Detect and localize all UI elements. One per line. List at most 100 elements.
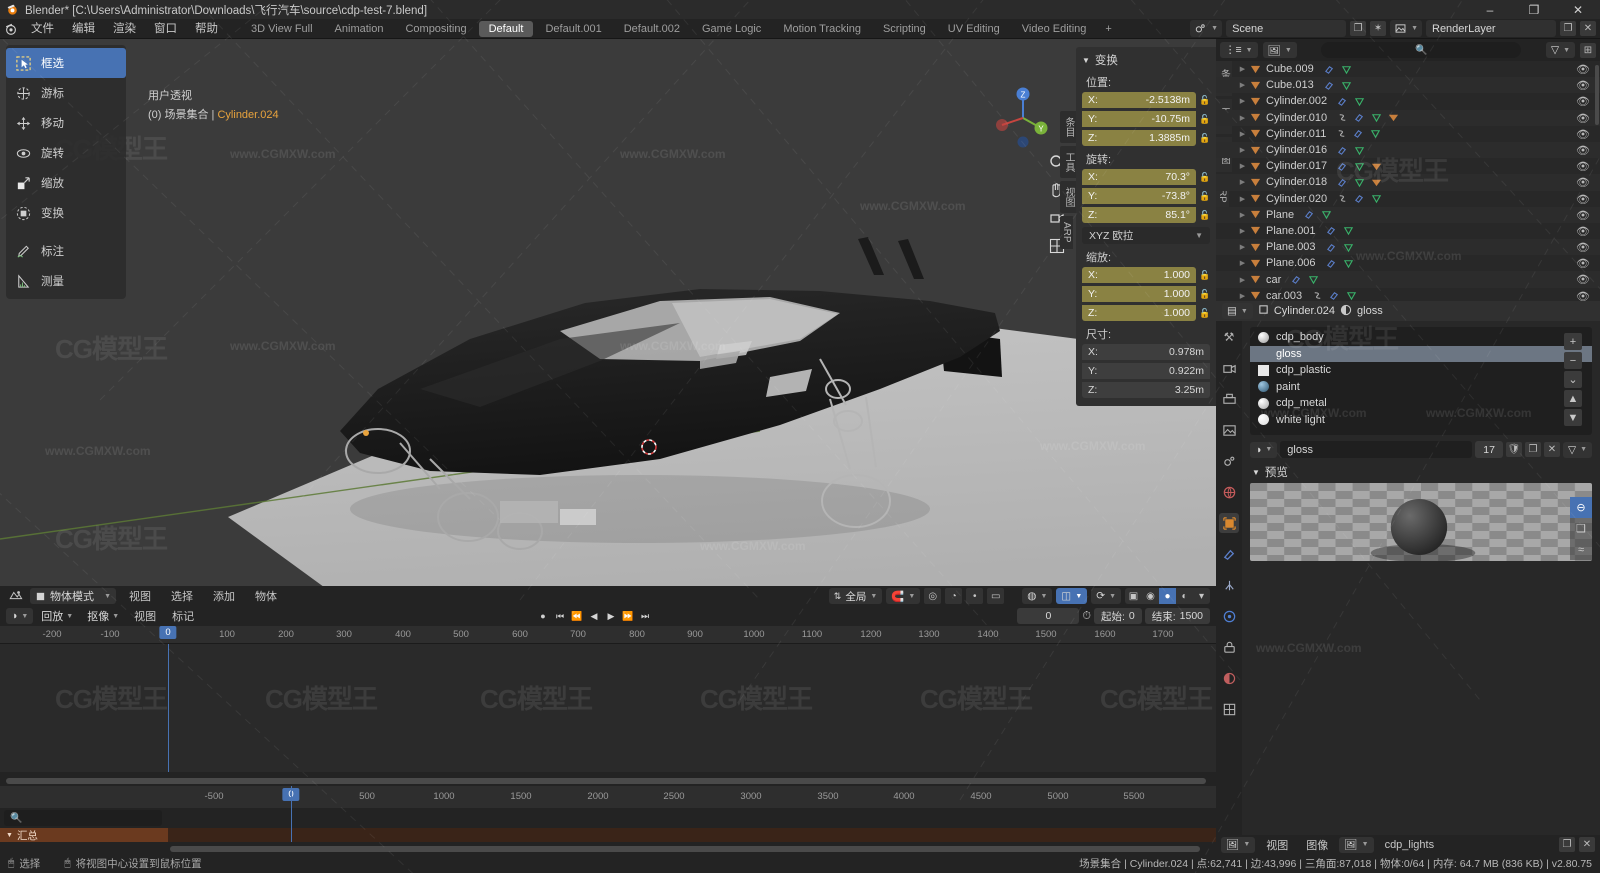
rotation-z-field[interactable]: Z: 85.1° [1082,207,1196,223]
tab-object-constraints[interactable] [1219,637,1239,657]
outliner-scrollbar[interactable] [1595,65,1599,125]
tab-game-logic[interactable]: Game Logic [692,21,771,37]
tab-material[interactable] [1219,668,1239,688]
visibility-eye-icon[interactable]: 👁 [1576,95,1590,108]
proportional-falloff-selector[interactable]: ◔ [945,588,963,604]
properties-editor-type-selector[interactable]: ▤ ▼ [1222,303,1253,319]
timeline-editor-type-selector[interactable]: ◑ ▼ [6,608,34,624]
table-row[interactable]: ▶ car 👁 [1216,271,1600,288]
scale-y-field[interactable]: Y: 1.000 [1082,286,1196,302]
tab-modifier[interactable] [1219,544,1239,564]
viewport-menu-view[interactable]: 视图 [122,588,158,604]
breadcrumb-material-name[interactable]: gloss [1357,305,1383,317]
outliner-display-mode-selector[interactable]: 🖼 ▼ [1262,42,1297,58]
right-editor-type-selector[interactable]: 🖼 ▼ [1221,836,1256,853]
visibility-eye-icon[interactable]: 👁 [1576,193,1590,206]
dopesheet-horizontal-scrollbar[interactable] [170,846,1200,852]
visibility-eye-icon[interactable]: 👁 [1576,160,1590,173]
right-menu-view[interactable]: 视图 [1259,837,1295,853]
image-browse-button[interactable]: 🖼 ▼ [1339,836,1374,853]
image-new-button[interactable]: ❐ [1559,837,1575,852]
tab-default-002[interactable]: Default.002 [614,21,690,37]
scale-z-field[interactable]: Z: 1.000 [1082,305,1196,321]
list-item[interactable]: cdp_metal [1250,395,1592,412]
lock-icon[interactable]: 🔓 [1199,95,1210,107]
visibility-eye-icon[interactable]: 👁 [1576,63,1590,76]
shading-rendered-button[interactable]: ◐ [1176,588,1193,604]
lock-icon[interactable]: 🔓 [1199,172,1210,184]
preview-mode-sphere-button[interactable]: ⊖ [1570,497,1592,518]
viewport-overlay-dropdown[interactable]: ◍ ▼ [1022,588,1053,604]
menu-edit[interactable]: 编辑 [63,19,104,39]
end-frame-field[interactable]: 结束: 1500 [1144,608,1210,624]
visibility-eye-icon[interactable]: 👁 [1576,209,1590,222]
table-row[interactable]: ▶ Plane.006 👁 [1216,255,1600,271]
visibility-eye-icon[interactable]: 👁 [1576,128,1590,141]
material-slot-list[interactable]: cdp_body gloss cdp_plastic paint cdp_met… [1250,327,1592,435]
tab-video-editing[interactable]: Video Editing [1012,21,1097,37]
remove-material-slot-button[interactable]: − [1564,352,1582,369]
add-workspace-button[interactable]: + [1098,21,1118,37]
lock-icon[interactable]: 🔓 [1199,307,1210,319]
location-x-field[interactable]: X: -2.5138m [1082,92,1196,108]
tab-particles[interactable] [1219,575,1239,595]
table-row[interactable]: ▶ Cube.009 👁 [1216,61,1600,77]
rotation-y-field[interactable]: Y: -73.8° [1082,188,1196,204]
current-frame-field[interactable]: 0 [1017,608,1080,624]
new-view-layer-button[interactable]: ❐ [1560,21,1576,36]
browse-material-button[interactable]: ◑ ▼ [1250,441,1278,458]
add-material-slot-button[interactable]: + [1564,333,1582,350]
dimension-y-field[interactable]: Y: 0.922m [1082,363,1210,379]
tab-texture[interactable] [1219,699,1239,719]
table-row[interactable]: ▶ Cylinder.020 👁 [1216,191,1600,207]
jump-to-start-button[interactable]: ⏮ [552,608,568,624]
start-frame-field[interactable]: 起始: 0 [1093,608,1142,624]
list-item[interactable]: white light [1250,412,1592,429]
tab-3d-view-full[interactable]: 3D View Full [241,21,323,37]
preview-section-header[interactable]: ▼ 预览 [1242,458,1600,483]
vp-tab-view[interactable]: 视图 [1060,181,1077,213]
dopesheet-summary-channel[interactable]: ▼ 汇总 [0,828,168,842]
record-button[interactable]: ● [535,608,551,624]
list-item[interactable]: gloss [1250,345,1592,362]
table-row[interactable]: ▶ Cylinder.017 👁 [1216,158,1600,174]
move-slot-up-button[interactable]: ▲ [1564,390,1582,407]
material-name-field[interactable]: gloss [1280,441,1473,458]
maximize-button[interactable]: ❐ [1512,0,1556,19]
breadcrumb-object-name[interactable]: Cylinder.024 [1274,305,1335,317]
outliner-new-collection-button[interactable]: ⊞ [1580,42,1596,58]
timeline-body[interactable]: CG模型王 CG模型王 CG模型王 CG模型王 CG模型王 CG模型王 [0,644,1216,772]
dopesheet-search-input[interactable]: 🔍 [4,810,162,826]
tab-tool[interactable]: ⚒ [1219,327,1239,347]
lock-icon[interactable]: 🔓 [1199,289,1210,301]
lock-icon[interactable]: 🔓 [1199,191,1210,203]
jump-to-end-button[interactable]: ⏭ [637,608,653,624]
timeline-menu-marker[interactable]: 标记 [165,608,201,624]
play-reverse-button[interactable]: ◀ [586,608,602,624]
outliner-tree[interactable]: ▶ Cube.009 👁 ▶ Cube.013 👁 ▶ Cylinder.002 👁 ▶ Cy… [1216,61,1600,301]
pivot-point-selector[interactable]: • [966,588,984,604]
tool-move[interactable]: 移动 [6,108,126,138]
outliner-filter-button[interactable]: ▽ ▼ [1545,42,1575,58]
unlink-material-button[interactable]: ✕ [1543,442,1560,457]
image-name-label[interactable]: cdp_lights [1378,839,1442,851]
playhead[interactable] [291,786,292,842]
scene-name-field[interactable]: Scene [1226,20,1347,37]
playhead-label[interactable]: 0 [159,626,177,639]
list-item[interactable]: cdp_plastic [1250,362,1592,379]
visibility-eye-icon[interactable]: 👁 [1576,273,1590,286]
scale-x-field[interactable]: X: 1.000 [1082,267,1196,283]
table-row[interactable]: ▶ car.003 👁 [1216,288,1600,301]
timeline-ruler[interactable]: -200 -100 0 100 200 300 400 500 600 700 … [0,626,1216,644]
outliner-editor-type-selector[interactable]: ⋮≡ ▼ [1220,42,1258,58]
tab-motion-tracking[interactable]: Motion Tracking [773,21,871,37]
visibility-eye-icon[interactable]: 👁 [1576,225,1590,238]
tool-box-select[interactable]: 框选 [6,48,126,78]
scene-selector[interactable]: ▼ [1190,20,1223,37]
viewport-menu-add[interactable]: 添加 [206,588,242,604]
visibility-eye-icon[interactable]: 👁 [1576,290,1590,301]
tab-object[interactable] [1219,513,1239,533]
location-y-field[interactable]: Y: -10.75m [1082,111,1196,127]
tab-scripting[interactable]: Scripting [873,21,936,37]
auto-key-icon[interactable]: ⏱ [1082,610,1091,623]
